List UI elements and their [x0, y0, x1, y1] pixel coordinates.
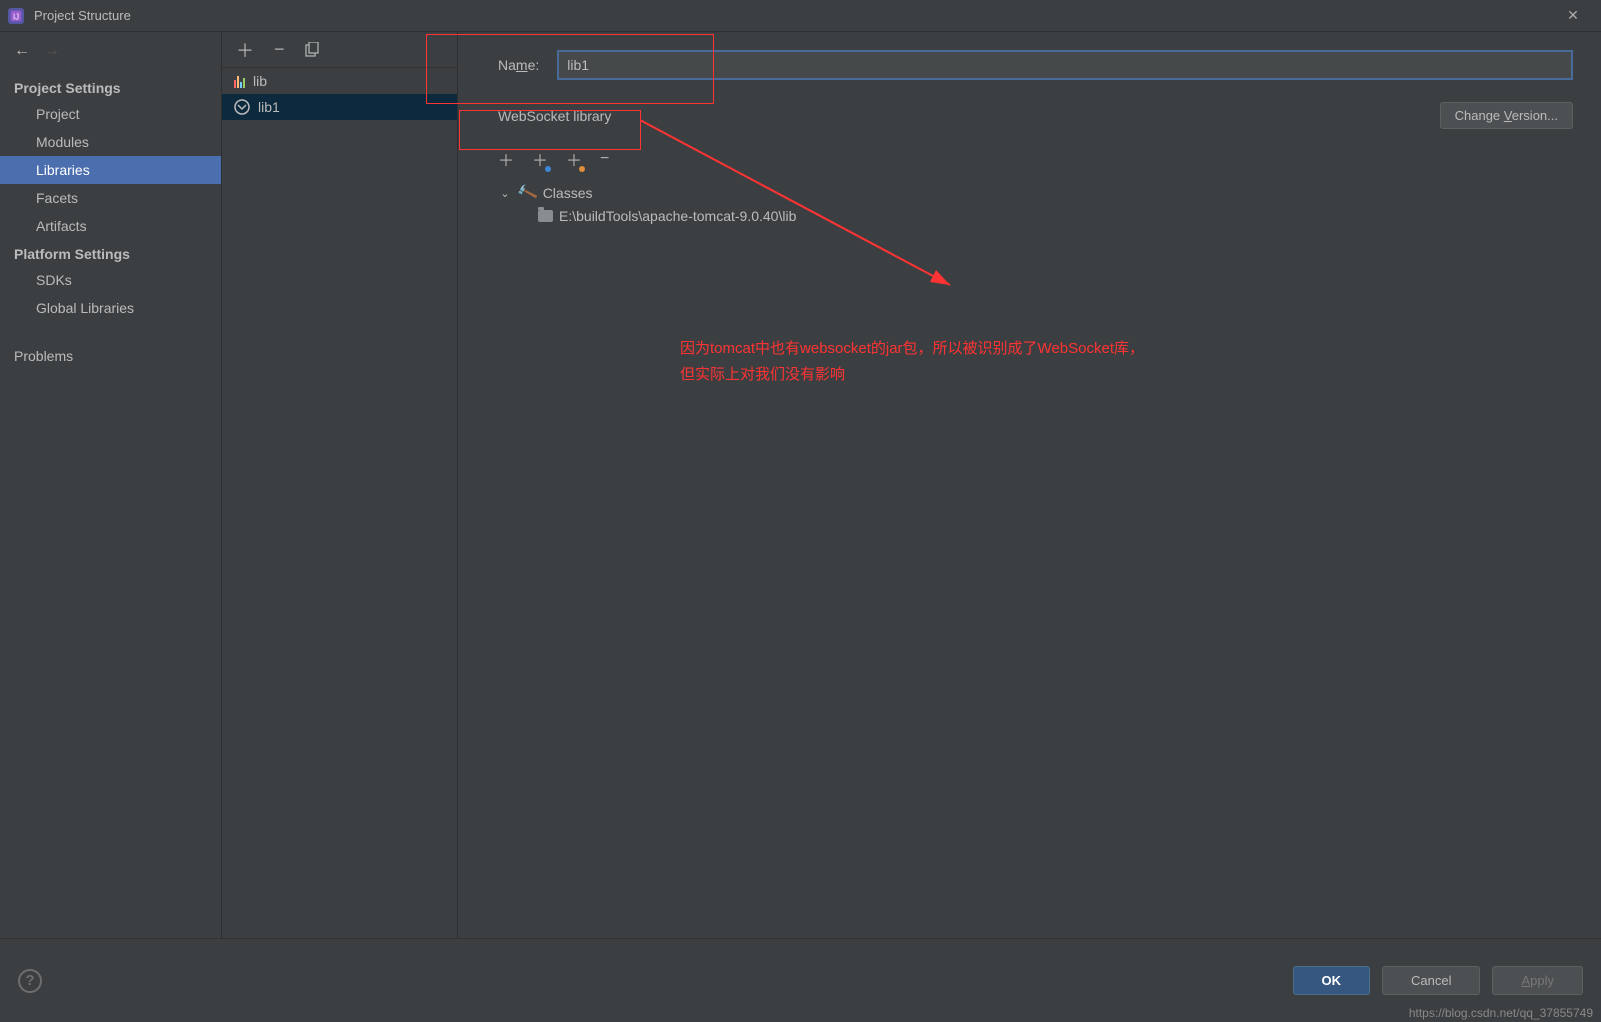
library-row-lib1[interactable]: lib1 [222, 94, 457, 120]
tree-row-classes[interactable]: ⌄ 🔨 Classes [498, 181, 1573, 205]
sidebar-item-sdks[interactable]: SDKs [0, 266, 221, 294]
sidebar-item-facets[interactable]: Facets [0, 184, 221, 212]
change-version-button[interactable]: Change Version... [1440, 102, 1573, 129]
footer: ? OK Cancel Apply https://blog.csdn.net/… [0, 938, 1601, 1022]
library-type-label: WebSocket library [498, 108, 611, 124]
tree-remove-icon[interactable]: − [600, 150, 609, 168]
library-icon [234, 74, 245, 88]
library-row-lib[interactable]: lib [222, 68, 457, 94]
app-icon: IJ [8, 8, 24, 24]
library-label: lib1 [258, 99, 280, 115]
name-input[interactable] [557, 50, 1573, 80]
sidebar-item-project[interactable]: Project [0, 100, 221, 128]
nav-forward-icon: → [44, 42, 60, 60]
sidebar-item-libraries[interactable]: Libraries [0, 156, 221, 184]
websocket-icon [234, 99, 250, 115]
tree-row-path[interactable]: E:\buildTools\apache-tomcat-9.0.40\lib [498, 205, 1573, 227]
add-library-icon[interactable]: ＋ [236, 37, 254, 63]
help-icon[interactable]: ? [18, 969, 42, 993]
title-bar: IJ Project Structure ✕ [0, 0, 1601, 32]
window-title: Project Structure [34, 8, 1553, 23]
sidebar-item-modules[interactable]: Modules [0, 128, 221, 156]
watermark: https://blog.csdn.net/qq_37855749 [1409, 1006, 1593, 1020]
nav-back-icon[interactable]: ← [14, 42, 30, 60]
sidebar-item-problems[interactable]: Problems [0, 342, 221, 370]
tree-add-icon[interactable]: ＋ [498, 147, 514, 171]
close-icon[interactable]: ✕ [1553, 0, 1593, 32]
name-label: Name: [498, 57, 539, 73]
sidebar-item-global-libraries[interactable]: Global Libraries [0, 294, 221, 322]
library-label: lib [253, 73, 267, 89]
main-panel: Name: WebSocket library Change Version..… [458, 32, 1601, 938]
section-platform-settings: Platform Settings [0, 240, 221, 266]
library-list-panel: ＋ − lib lib1 [222, 32, 458, 938]
tree-classes-label: Classes [543, 185, 593, 201]
tree-path-label: E:\buildTools\apache-tomcat-9.0.40\lib [559, 208, 796, 224]
hammer-icon: 🔨 [515, 181, 539, 204]
cancel-button[interactable]: Cancel [1382, 966, 1480, 995]
apply-button[interactable]: Apply [1492, 966, 1583, 995]
copy-library-icon[interactable] [305, 42, 320, 57]
tree-add-package-icon[interactable]: ＋ [566, 147, 582, 171]
tree-add-from-maven-icon[interactable]: ＋ [532, 147, 548, 171]
chevron-down-icon[interactable]: ⌄ [498, 187, 512, 200]
sidebar: ← → Project Settings Project Modules Lib… [0, 32, 222, 938]
remove-library-icon[interactable]: − [274, 39, 285, 60]
svg-text:IJ: IJ [13, 12, 19, 21]
sidebar-item-artifacts[interactable]: Artifacts [0, 212, 221, 240]
section-project-settings: Project Settings [0, 74, 221, 100]
library-tree: ⌄ 🔨 Classes E:\buildTools\apache-tomcat-… [498, 181, 1573, 227]
ok-button[interactable]: OK [1293, 966, 1371, 995]
annotation-text: 因为tomcat中也有websocket的jar包，所以被识别成了WebSock… [680, 336, 1144, 387]
folder-icon [538, 210, 553, 222]
